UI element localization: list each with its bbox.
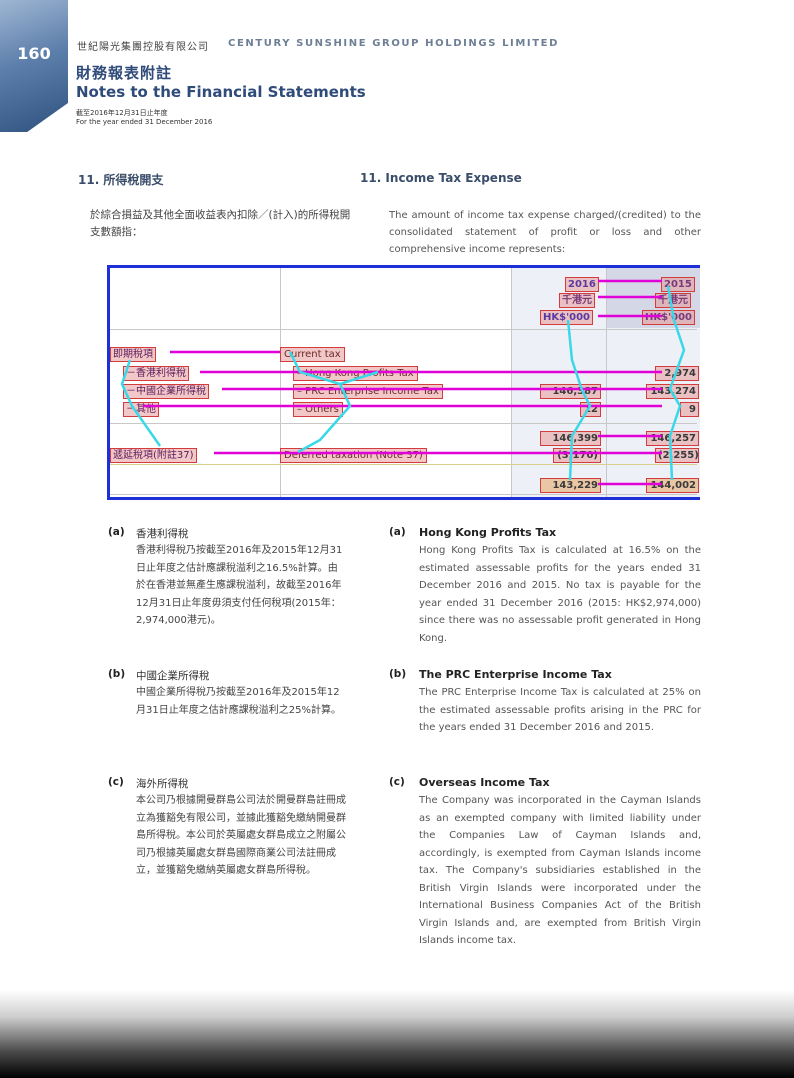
header-unit-cn-2015: 千港元	[655, 293, 691, 308]
note-a-title-en: Hong Kong Profits Tax	[419, 526, 557, 539]
page-number: 160	[17, 44, 51, 63]
row-subtotal-2016: 146,399	[540, 431, 601, 446]
note-a-body-cn: 香港利得稅乃按截至2016年及2015年12月31日止年度之估計應課稅溢利之16…	[136, 545, 343, 626]
row-others-en: – Others	[293, 402, 343, 417]
row-others-2015: 9	[680, 402, 699, 417]
column-divider	[511, 268, 512, 497]
row-total-2016: 143,229	[540, 478, 601, 493]
company-name-en: CENTURY SUNSHINE GROUP HOLDINGS LIMITED	[228, 38, 560, 49]
section-title-cn: 11. 所得稅開支	[78, 173, 164, 187]
row-hk-profits-tax-2015: 2,974	[655, 366, 699, 381]
row-current-tax-cn: 即期稅項	[110, 347, 156, 362]
header-unit-en-2016: HK$'000	[540, 310, 594, 325]
row-divider	[110, 423, 697, 424]
notes-heading-cn: 財務報表附註	[76, 64, 173, 82]
header-unit-cn-2016: 千港元	[559, 293, 595, 308]
note-c-letter-en: (c)	[389, 776, 405, 788]
row-divider	[110, 494, 697, 495]
income-tax-table: 2016 2015 千港元 千港元 HK$'000 HK$'000 即期稅項 C…	[107, 265, 700, 500]
row-divider	[110, 464, 697, 465]
row-others-2016: 12	[580, 402, 601, 417]
row-deferred-tax-en: Deferred taxation (Note 37)	[280, 448, 427, 463]
note-c-body-en: The Company was incorporated in the Caym…	[419, 795, 701, 946]
notes-heading-en: Notes to the Financial Statements	[76, 83, 366, 101]
note-b-title-en: The PRC Enterprise Income Tax	[419, 668, 612, 681]
note-a-letter-cn: (a)	[108, 526, 125, 538]
row-current-tax-en: Current tax	[280, 347, 345, 362]
row-prc-eit-2016: 146,387	[540, 384, 601, 399]
company-name-cn: 世紀陽光集團控股有限公司	[77, 42, 209, 53]
header-year-2016: 2016	[565, 277, 599, 292]
period-cn: 截至2016年12月31日止年度	[76, 109, 168, 117]
section-title-en: 11. Income Tax Expense	[360, 171, 522, 185]
page-bottom-shadow	[0, 990, 794, 1078]
section-intro-en: The amount of income tax expense charged…	[389, 210, 701, 255]
note-c-letter-cn: (c)	[108, 776, 124, 788]
note-a-body-en: Hong Kong Profits Tax is calculated at 1…	[419, 545, 701, 644]
row-divider	[110, 329, 697, 330]
note-b-title-cn: 中國企業所得稅	[136, 670, 210, 682]
row-hk-profits-tax-cn: －香港利得稅	[123, 366, 189, 381]
note-a-letter-en: (a)	[389, 526, 406, 538]
note-b-body-en: The PRC Enterprise Income Tax is calcula…	[419, 687, 701, 733]
row-subtotal-2015: 146,257	[646, 431, 699, 446]
page-corner-tab	[0, 0, 68, 132]
row-hk-profits-tax-en: – Hong Kong Profits Tax	[293, 366, 418, 381]
section-intro-cn: 於綜合損益及其他全面收益表內扣除／(計入)的所得稅開支數額指：	[90, 209, 351, 238]
note-b-letter-cn: (b)	[108, 668, 126, 680]
note-c-title-cn: 海外所得稅	[136, 778, 189, 790]
row-prc-eit-cn: －中國企業所得稅	[123, 384, 209, 399]
note-c-body-cn: 本公司乃根據開曼群島公司法於開曼群島註冊成立為獲豁免有限公司，並據此獲豁免繳納開…	[136, 795, 346, 876]
note-b-body-cn: 中國企業所得稅乃按截至2016年及2015年12月31日止年度之估計應課稅溢利之…	[136, 687, 341, 716]
row-deferred-tax-cn: 遞延稅項(附註37)	[110, 448, 197, 463]
header-year-2015: 2015	[661, 277, 695, 292]
row-others-cn: －其他	[123, 402, 159, 417]
row-deferred-tax-2015: (2,255)	[655, 448, 699, 463]
header-unit-en-2015: HK$'000	[642, 310, 696, 325]
row-prc-eit-2015: 143,274	[646, 384, 699, 399]
column-divider	[606, 268, 607, 497]
row-total-2015: 144,002	[646, 478, 699, 493]
period-en: For the year ended 31 December 2016	[76, 118, 213, 126]
row-prc-eit-en: – PRC Enterprise Income Tax	[293, 384, 443, 399]
note-a-title-cn: 香港利得稅	[136, 528, 189, 540]
note-c-title-en: Overseas Income Tax	[419, 776, 550, 789]
row-deferred-tax-2016: (3,170)	[553, 448, 601, 463]
note-b-letter-en: (b)	[389, 668, 407, 680]
